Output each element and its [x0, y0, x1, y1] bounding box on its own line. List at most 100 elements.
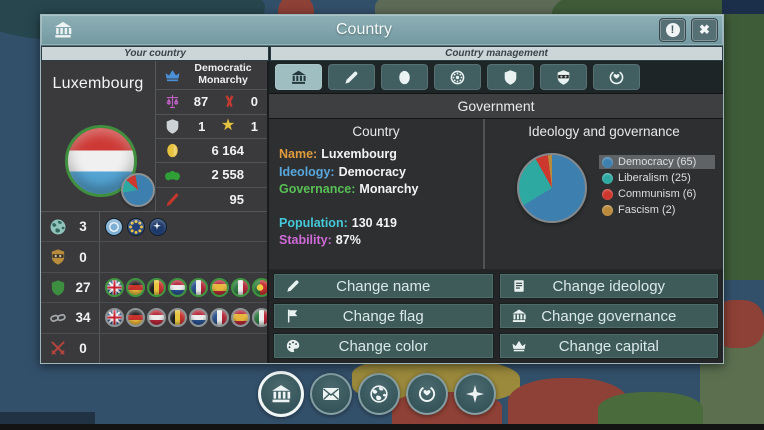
scroll-icon [511, 278, 527, 294]
ideology-pie-chart[interactable] [517, 153, 587, 223]
country-name: Luxembourg [41, 75, 155, 93]
ideology-legend: Democracy (65) Liberalism (25) Communism (… [599, 155, 715, 219]
info-button[interactable]: ! [659, 18, 686, 42]
relations-row-non-aggression-pacts[interactable]: 34 [41, 303, 267, 333]
country-mini-pie-chart[interactable] [121, 173, 155, 207]
ideology-governance-box: Ideology and governance Democracy (65) Li… [485, 119, 723, 269]
non-aggression-pacts-count: 34 [67, 310, 99, 325]
info-row-stability: Stability:87% [279, 232, 473, 250]
flag-es [210, 278, 229, 297]
wheel-icon [449, 69, 466, 86]
wars-count: 0 [67, 341, 99, 356]
tab-military[interactable] [487, 64, 534, 90]
crown-icon [511, 338, 527, 354]
tab-diplomacy[interactable] [593, 64, 640, 90]
globe-icon [49, 218, 67, 236]
relations-row-defensive-pacts[interactable]: 27 [41, 273, 267, 303]
flag-de [126, 278, 145, 297]
coin-icon [164, 142, 181, 159]
tab-economy[interactable] [381, 64, 428, 90]
legend-swatch [602, 205, 613, 216]
stat-value: 0 [251, 94, 258, 109]
flag-nl [189, 308, 208, 327]
laurel-heart-icon [608, 69, 625, 86]
laurel-heart-icon [417, 384, 437, 404]
section-title: Government [269, 93, 723, 119]
info-row-population: Population:130 419 [279, 215, 473, 233]
eu-badge [127, 218, 145, 236]
info-row-ideology: Ideology:Democracy [279, 164, 473, 182]
crossed-swords-icon [49, 339, 67, 357]
name-label: Name: [279, 147, 317, 161]
vassal-items [99, 242, 267, 271]
stat-row-prestige: 1 ★ 1 [156, 115, 267, 139]
your-country-panel: Luxembourg Democratic Monarchy 87 0 [41, 61, 269, 363]
legend-label: Communism (6) [618, 188, 696, 200]
legend-item[interactable]: Liberalism (25) [599, 171, 715, 185]
close-icon: ✖ [699, 22, 710, 38]
vassal-shield-icon [49, 248, 67, 266]
flag-it [252, 308, 267, 327]
governance-label: Governance: [279, 182, 355, 196]
red-pencil-icon [164, 191, 181, 208]
tab-government[interactable] [275, 64, 322, 90]
green-shield-icon [49, 279, 67, 297]
relations-row-wars[interactable]: 0 [41, 334, 267, 363]
bottombar-messages-button[interactable] [310, 373, 352, 415]
flag-icon [285, 308, 301, 324]
flag-uk [105, 308, 124, 327]
bread-icon [164, 166, 181, 183]
legend-label: Fascism (2) [618, 204, 675, 216]
change-flag-button[interactable]: Change flag [273, 303, 494, 329]
country-box-title: Country [279, 124, 473, 139]
ideology-box-title: Ideology and governance [493, 124, 715, 139]
map-region [722, 0, 764, 14]
country-info-box: Country Name:Luxembourg Ideology:Democra… [269, 119, 485, 269]
change-color-button[interactable]: Change color [273, 333, 494, 359]
legend-item[interactable]: Communism (6) [599, 187, 715, 201]
subheaders: Your country Country management [41, 46, 723, 61]
change-governance-button[interactable]: Change governance [499, 303, 720, 329]
country-management-panel: Government Country Name:Luxembourg Ideol… [269, 61, 723, 363]
change-capital-button[interactable]: Change capital [499, 333, 720, 359]
bottombar-government-button[interactable] [258, 371, 304, 417]
stat-value: 87 [194, 94, 208, 109]
bottombar-world-button[interactable] [358, 373, 400, 415]
defensive-pact-flags [99, 273, 267, 302]
governance-value: Monarchy [359, 182, 418, 196]
bank-icon [52, 20, 74, 40]
legend-label: Democracy (65) [618, 156, 696, 168]
tab-vassals[interactable] [540, 64, 587, 90]
left-panel-header: Your country [41, 46, 269, 61]
country-window: Country ! ✖ Your country Country managem… [40, 14, 724, 364]
vassals-count: 0 [67, 250, 99, 265]
map-region [0, 424, 764, 430]
tab-politics[interactable] [434, 64, 481, 90]
country-stats: Luxembourg Democratic Monarchy 87 0 [41, 61, 267, 212]
legend-item[interactable]: Democracy (65) [599, 155, 715, 169]
pencil-icon [285, 278, 301, 294]
legend-item[interactable]: Fascism (2) [599, 203, 715, 217]
flag-be [168, 308, 187, 327]
window-title: Country [74, 21, 654, 39]
bottombar-diplomacy-button[interactable] [406, 373, 448, 415]
non-aggression-pact-flags [99, 303, 267, 332]
stat-row-money: 6 164 [156, 139, 267, 163]
change-ideology-button[interactable]: Change ideology [499, 273, 720, 299]
stat-value: 1 [198, 119, 205, 134]
relations-row-organizations[interactable]: 3 [41, 212, 267, 242]
change-name-button[interactable]: Change name [273, 273, 494, 299]
mail-icon [321, 384, 341, 404]
right-panel-header: Country management [270, 46, 723, 61]
tab-appearance[interactable] [328, 64, 375, 90]
bottombar-travel-button[interactable] [454, 373, 496, 415]
map-region [724, 55, 764, 280]
relations-row-vassals[interactable]: 0 [41, 242, 267, 272]
close-button[interactable]: ✖ [691, 18, 718, 42]
shield-icon [164, 118, 181, 135]
ideology-value: Democracy [339, 165, 406, 179]
stat-row-food: 2 558 [156, 163, 267, 187]
palette-icon [285, 338, 301, 354]
un-badge [105, 218, 123, 236]
legend-swatch [602, 157, 613, 168]
